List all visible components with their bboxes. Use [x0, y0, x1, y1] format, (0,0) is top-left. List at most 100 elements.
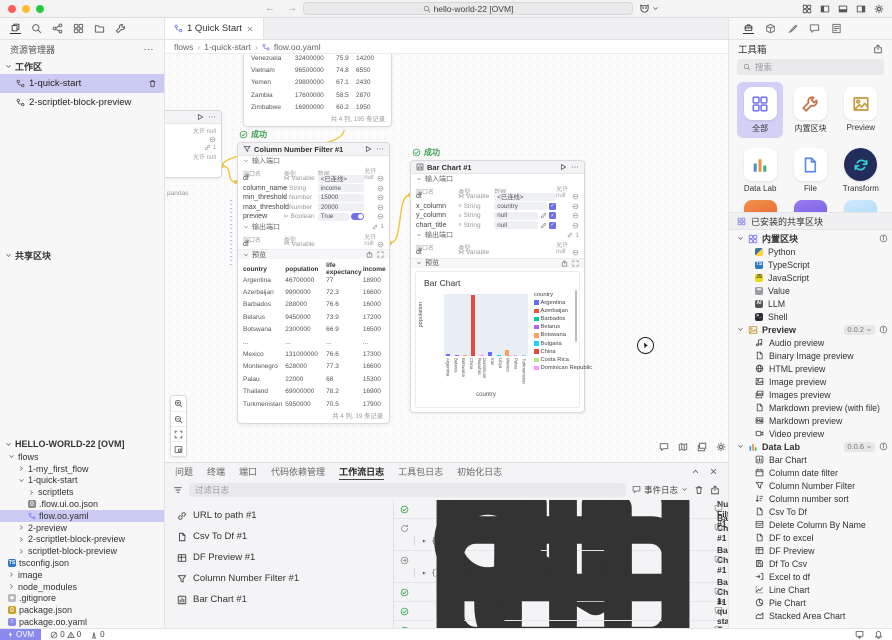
- legend-item[interactable]: Argentina: [534, 299, 592, 307]
- fit-view-button[interactable]: [171, 426, 186, 441]
- log-node-item[interactable]: URL to path #1: [165, 505, 393, 526]
- legend-item[interactable]: Bulgaria: [534, 339, 592, 347]
- toolbox-block-item[interactable]: Binary Image preview: [729, 349, 892, 362]
- section-workspace[interactable]: 工作区: [0, 58, 164, 74]
- map-icon[interactable]: [678, 442, 688, 452]
- panel-tab[interactable]: 问题: [175, 463, 193, 480]
- log-comment-icon[interactable]: [714, 504, 723, 513]
- info-icon[interactable]: [879, 234, 888, 243]
- tree-item[interactable]: scriptlets: [0, 486, 164, 498]
- port-row[interactable]: y_column ≡String null ✓: [411, 211, 584, 221]
- version-select[interactable]: 0.0.2: [844, 325, 875, 335]
- notes-tab-icon[interactable]: [831, 23, 842, 34]
- window-icon[interactable]: [697, 442, 707, 452]
- brush-tab-icon[interactable]: [787, 23, 798, 34]
- toolbox-group-header[interactable]: Data Lab 0.0.6: [729, 440, 892, 453]
- window-title-search[interactable]: hello-world-22 [OVM]: [303, 2, 633, 15]
- log-node-item[interactable]: DF Preview #1: [165, 547, 393, 568]
- toolbox-block-item[interactable]: Python: [729, 245, 892, 258]
- tree-item[interactable]: 1-quick-start: [0, 475, 164, 487]
- problems-status[interactable]: 0 0: [50, 630, 81, 639]
- toolbox-block-item[interactable]: Df To Csv: [729, 557, 892, 570]
- minimap-button[interactable]: [171, 441, 186, 456]
- legend-item[interactable]: Botswana: [534, 331, 592, 339]
- tree-item[interactable]: ◆.gitignore: [0, 593, 164, 605]
- section-shared-blocks[interactable]: 共享区块: [0, 247, 164, 263]
- toolbox-block-item[interactable]: HTML preview: [729, 362, 892, 375]
- port-value[interactable]: 20000: [318, 203, 365, 211]
- export-logs-icon[interactable]: [710, 485, 720, 495]
- filter-lines-icon[interactable]: [173, 485, 183, 495]
- toolbox-block-item[interactable]: DF Preview: [729, 544, 892, 557]
- toolbox-tab-icon[interactable]: [743, 23, 754, 34]
- bell-icon[interactable]: [874, 630, 883, 639]
- log-comment-icon[interactable]: [714, 523, 723, 532]
- toolbox-category-all[interactable]: 全部: [737, 82, 783, 138]
- port-value[interactable]: null: [494, 212, 538, 220]
- port-row[interactable]: column_name ≡String income: [238, 184, 389, 194]
- panel-tab[interactable]: 工作流日志: [339, 463, 384, 480]
- tree-item[interactable]: node_modules: [0, 581, 164, 593]
- port-value[interactable]: <已连线>: [494, 193, 556, 201]
- checkbox-checked-icon[interactable]: ✓: [549, 222, 556, 229]
- panel-tab[interactable]: 终端: [207, 463, 225, 480]
- df-preview-node-table[interactable]: Venezuela3240000075.914200Vietnam9650000…: [243, 54, 392, 127]
- toolbox-block-item[interactable]: Stacked Area Chart: [729, 609, 892, 622]
- legend-item[interactable]: China: [534, 348, 592, 356]
- toolbox-category-preview[interactable]: Preview: [838, 82, 884, 138]
- close-panel-icon[interactable]: [709, 467, 718, 476]
- flow-canvas[interactable]: Venezuela3240000075.914200Vietnam9650000…: [165, 54, 728, 462]
- open-preview-icon[interactable]: [366, 251, 373, 258]
- layout-grid-icon[interactable]: [802, 4, 812, 14]
- port-value[interactable]: <已连线>: [318, 175, 365, 183]
- log-entry[interactable]: Session 0fd9152c ≫ finished at 2025/3/19…: [394, 621, 728, 628]
- version-select[interactable]: 0.0.6: [844, 442, 875, 452]
- toggle-bottom-panel-icon[interactable]: [838, 4, 848, 14]
- toolbox-block-item[interactable]: Column number sort: [729, 492, 892, 505]
- toolbox-block-item[interactable]: Markdown preview: [729, 414, 892, 427]
- toolbox-category-tools[interactable]: 内置区块: [787, 82, 833, 138]
- tree-item[interactable]: !package.oo.yaml: [0, 616, 164, 628]
- run-node-icon[interactable]: [559, 163, 567, 171]
- port-value[interactable]: null: [494, 221, 538, 229]
- toolbox-group-header[interactable]: 内置区块: [729, 232, 892, 245]
- monitor-icon[interactable]: [855, 630, 864, 639]
- port-row[interactable]: chart_title ≡String null ✓: [411, 221, 584, 231]
- log-comment-icon[interactable]: [714, 555, 723, 564]
- toolbox-block-item[interactable]: Line Chart: [729, 583, 892, 596]
- ovm-badge[interactable]: OVM: [0, 629, 41, 640]
- toolbox-block-item[interactable]: JSJavaScript: [729, 271, 892, 284]
- search-view-icon[interactable]: [31, 23, 42, 34]
- toolbox-category-file[interactable]: File: [787, 143, 833, 197]
- more-icon[interactable]: [208, 113, 216, 121]
- panel-tab[interactable]: 初始化日志: [457, 463, 502, 480]
- open-preview-icon[interactable]: [561, 260, 568, 267]
- run-node-icon[interactable]: [196, 113, 204, 121]
- open-external-icon[interactable]: [873, 44, 883, 54]
- port-value[interactable]: country: [494, 202, 547, 210]
- zoom-in-button[interactable]: [171, 396, 186, 411]
- gear-icon[interactable]: [716, 442, 726, 452]
- info-icon[interactable]: [879, 442, 888, 451]
- workspace-item[interactable]: 2-scriptlet-block-preview: [0, 93, 164, 112]
- node-more-icon[interactable]: [571, 163, 579, 171]
- settings-gear-icon[interactable]: [874, 4, 884, 14]
- toolbox-block-item[interactable]: Markdown preview (with file): [729, 401, 892, 414]
- back-icon[interactable]: ←: [265, 4, 275, 14]
- tree-item[interactable]: 2-scriptlet-block-preview: [0, 534, 164, 546]
- panel-tab[interactable]: 工具包日志: [398, 463, 443, 480]
- tab-quick-start[interactable]: 1 Quick Start: [165, 18, 264, 39]
- share-view-icon[interactable]: [52, 23, 63, 34]
- folder-view-icon[interactable]: [94, 23, 105, 34]
- port-value[interactable]: 15000: [318, 194, 365, 202]
- port-row[interactable]: max_threshold #Number 20000: [238, 203, 389, 213]
- zoom-out-button[interactable]: [171, 411, 186, 426]
- tree-item[interactable]: flows: [0, 451, 164, 463]
- tree-item[interactable]: {}.flow.ui.oo.json: [0, 498, 164, 510]
- trash-icon[interactable]: [148, 79, 157, 88]
- toolbox-group-header[interactable]: Preview 0.0.2: [729, 323, 892, 336]
- log-comment-icon[interactable]: [714, 606, 723, 615]
- toolbox-category-datalab[interactable]: Data Lab: [737, 143, 783, 197]
- clear-logs-icon[interactable]: [694, 485, 704, 495]
- run-node-icon[interactable]: [364, 145, 372, 153]
